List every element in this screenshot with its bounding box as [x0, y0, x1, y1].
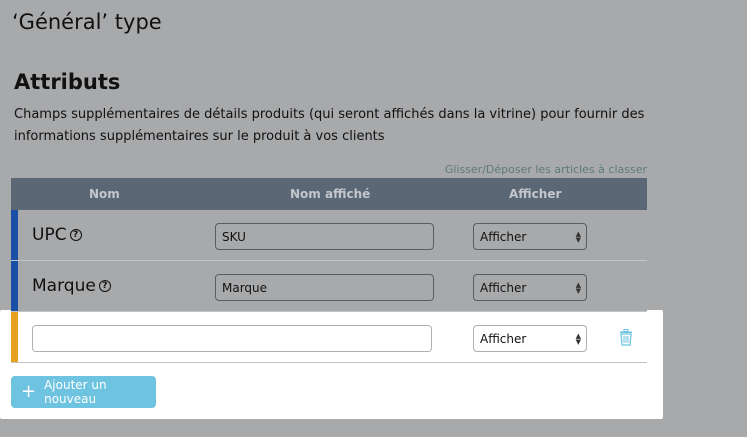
display-name-input[interactable]: [215, 223, 434, 250]
show-select-value: Afficher: [480, 332, 527, 346]
header-name: Nom: [89, 187, 120, 201]
attribute-name-label: Marque: [32, 276, 96, 296]
show-select-value: Afficher: [480, 230, 527, 244]
add-new-label: Ajouter un nouveau: [44, 378, 107, 406]
select-arrows-icon: ▲ ▼: [575, 230, 581, 244]
new-attribute-name-input[interactable]: [32, 325, 432, 352]
table-header: Nom Nom affiché Afficher: [11, 178, 647, 210]
display-name-input[interactable]: [215, 274, 434, 301]
table-row[interactable]: Marque ? Afficher ▲▼: [11, 261, 647, 312]
select-arrows-icon: ▲ ▼: [575, 281, 581, 295]
attribute-name-label: UPC: [32, 225, 67, 245]
trash-icon[interactable]: [619, 329, 633, 346]
add-new-button[interactable]: + Ajouter un nouveau: [11, 376, 156, 408]
help-circle-icon[interactable]: ?: [98, 280, 111, 292]
plus-icon: +: [21, 381, 37, 402]
attribute-name: Marque ?: [32, 276, 111, 296]
page-title: ‘Général’ type: [12, 10, 162, 34]
table-row[interactable]: UPC ? Afficher ▲▼: [11, 210, 647, 261]
help-circle-icon[interactable]: ?: [69, 229, 82, 241]
section-description: Champs supplémentaires de détails produi…: [14, 107, 645, 144]
select-arrows-icon: ▲ ▼: [575, 332, 581, 346]
show-select[interactable]: Afficher ▲ ▼: [473, 274, 587, 301]
drag-handle[interactable]: [11, 312, 18, 362]
table-row-new[interactable]: Afficher ▲ ▼: [11, 312, 647, 363]
show-select-value: Afficher: [480, 281, 527, 295]
drag-handle[interactable]: [11, 210, 18, 260]
show-select[interactable]: Afficher ▲ ▼: [473, 223, 587, 250]
attributes-table: Nom Nom affiché Afficher UPC ? Afficher …: [11, 178, 647, 363]
show-select[interactable]: Afficher ▲ ▼: [473, 325, 587, 352]
drag-handle[interactable]: [11, 261, 18, 311]
section-title: Attributs: [14, 70, 121, 94]
header-show: Afficher: [509, 187, 562, 201]
header-display-name: Nom affiché: [290, 187, 371, 201]
drag-hint: Glisser/Déposer les articles à classer: [444, 163, 647, 176]
attribute-name: UPC ?: [32, 225, 82, 245]
